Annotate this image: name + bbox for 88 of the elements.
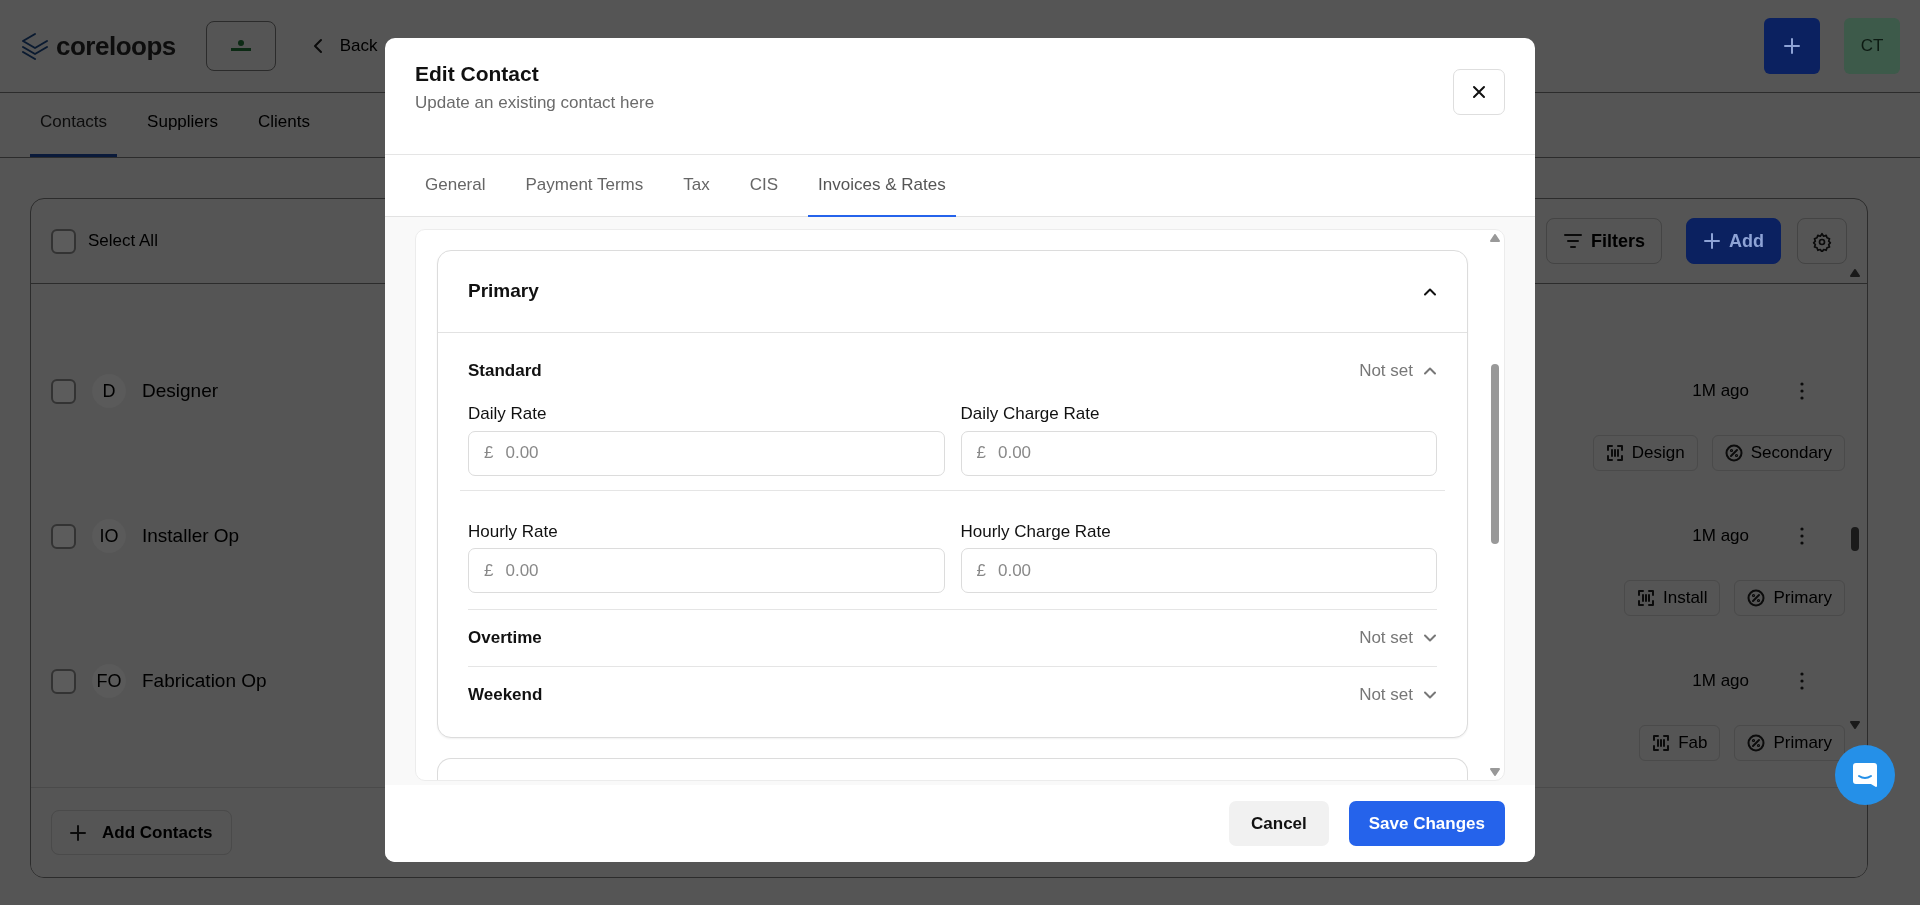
currency-input[interactable]: £ 0.00 [468,548,945,593]
timestamp: 1M ago [1692,380,1749,403]
modal-subtitle: Update an existing contact here [415,91,656,114]
avatar: D [92,374,126,408]
tab[interactable]: Tax [673,155,720,217]
add-contacts-button[interactable]: Add Contacts [51,810,232,855]
scroll-up-icon[interactable] [1490,234,1500,242]
logo-icon [20,32,50,60]
chat-button[interactable] [1835,745,1895,805]
scroll-down-icon[interactable] [1850,721,1860,729]
checkbox[interactable] [51,523,76,549]
currency-symbol: £ [484,559,494,582]
modal-title: Edit Contact [415,61,540,87]
cancel-button[interactable]: Cancel [1229,801,1329,846]
more-icon[interactable] [1799,526,1805,546]
contact-name[interactable]: Installer Op [142,521,240,551]
tag-label: Design [1631,442,1685,465]
field-label: Hourly Charge Rate [960,520,1112,543]
chevron-left-icon [311,38,324,54]
close-button[interactable] [1453,69,1505,115]
tag-label: Install [1663,587,1708,610]
plus-icon [1782,36,1802,56]
plus-icon [70,824,86,841]
close-icon [1472,85,1486,99]
scroll-up-icon[interactable] [1850,269,1860,277]
scrollbar-thumb[interactable] [1851,527,1859,551]
contact-name[interactable]: Fabrication Op [142,666,267,696]
status-text: Not set [1359,360,1413,383]
filter-icon [1562,233,1583,249]
currency-input[interactable]: £ 0.00 [960,430,1437,476]
tab[interactable]: General [415,155,496,217]
currency-symbol: £ [976,442,986,465]
tag-label: Primary [1773,732,1832,755]
currency-input[interactable]: £ 0.00 [468,430,945,476]
tab[interactable]: Payment Terms [515,155,654,217]
currency-input[interactable]: £ 0.00 [960,548,1437,593]
contact-name[interactable]: Designer [142,376,219,406]
logo-text: coreloops [56,29,176,63]
avatar[interactable]: CT [1844,18,1900,74]
timestamp: 1M ago [1692,525,1749,548]
field-label: Daily Rate [468,403,548,425]
currency-symbol: £ [484,442,494,465]
more-icon[interactable] [1799,671,1805,691]
page-tab[interactable]: Suppliers [137,88,228,157]
percent-icon [1747,734,1766,752]
barcode-icon [1637,589,1655,607]
plus-icon [1703,232,1721,250]
settings-button[interactable] [1797,218,1847,264]
chat-icon [1851,761,1879,789]
input-field[interactable]: 0.00 [995,439,1421,467]
save-button[interactable]: Save Changes [1348,801,1505,846]
settings-icon [1812,231,1832,252]
percent-icon [1724,444,1743,462]
checkbox[interactable] [51,228,76,254]
checkbox[interactable] [51,668,76,694]
input-field[interactable]: 0.00 [995,556,1421,585]
barcode-icon [1605,444,1624,462]
status-text: Not set [1359,684,1413,707]
tab[interactable]: CIS [739,155,789,217]
section-title[interactable]: Overtime [468,625,542,651]
more-icon[interactable] [1799,381,1805,401]
barcode-icon [1652,734,1671,752]
tag-label: Secondary [1750,442,1832,465]
input-field[interactable]: 0.00 [503,439,929,467]
add-button[interactable]: Add [1686,218,1781,264]
card-title: Primary [468,279,539,304]
field-label: Hourly Rate [468,520,559,543]
percent-icon [1747,589,1766,607]
checkbox[interactable] [51,378,76,404]
avatar: IO [92,519,126,553]
scroll-down-icon[interactable] [1490,768,1500,776]
currency-symbol: £ [976,559,986,582]
scrollbar-thumb[interactable] [1491,364,1499,544]
filters-button[interactable]: Filters [1545,218,1662,264]
page-tab[interactable]: Contacts [30,88,118,157]
back-link[interactable]: Back [311,33,378,59]
input-field[interactable]: 0.00 [503,556,929,585]
select-all-label[interactable]: Select All [88,228,158,254]
plus-button[interactable] [1764,18,1820,74]
status-text: Not set [1359,627,1413,650]
avatar: FO [92,664,126,698]
section-title[interactable]: Standard [468,358,542,384]
page-tab[interactable]: Clients [247,88,320,157]
tag-label: Fab [1678,732,1708,755]
section-title[interactable]: Weekend [468,682,543,708]
tag-label: Primary [1773,587,1832,610]
field-label: Daily Charge Rate [960,403,1101,425]
timestamp: 1M ago [1692,670,1749,693]
